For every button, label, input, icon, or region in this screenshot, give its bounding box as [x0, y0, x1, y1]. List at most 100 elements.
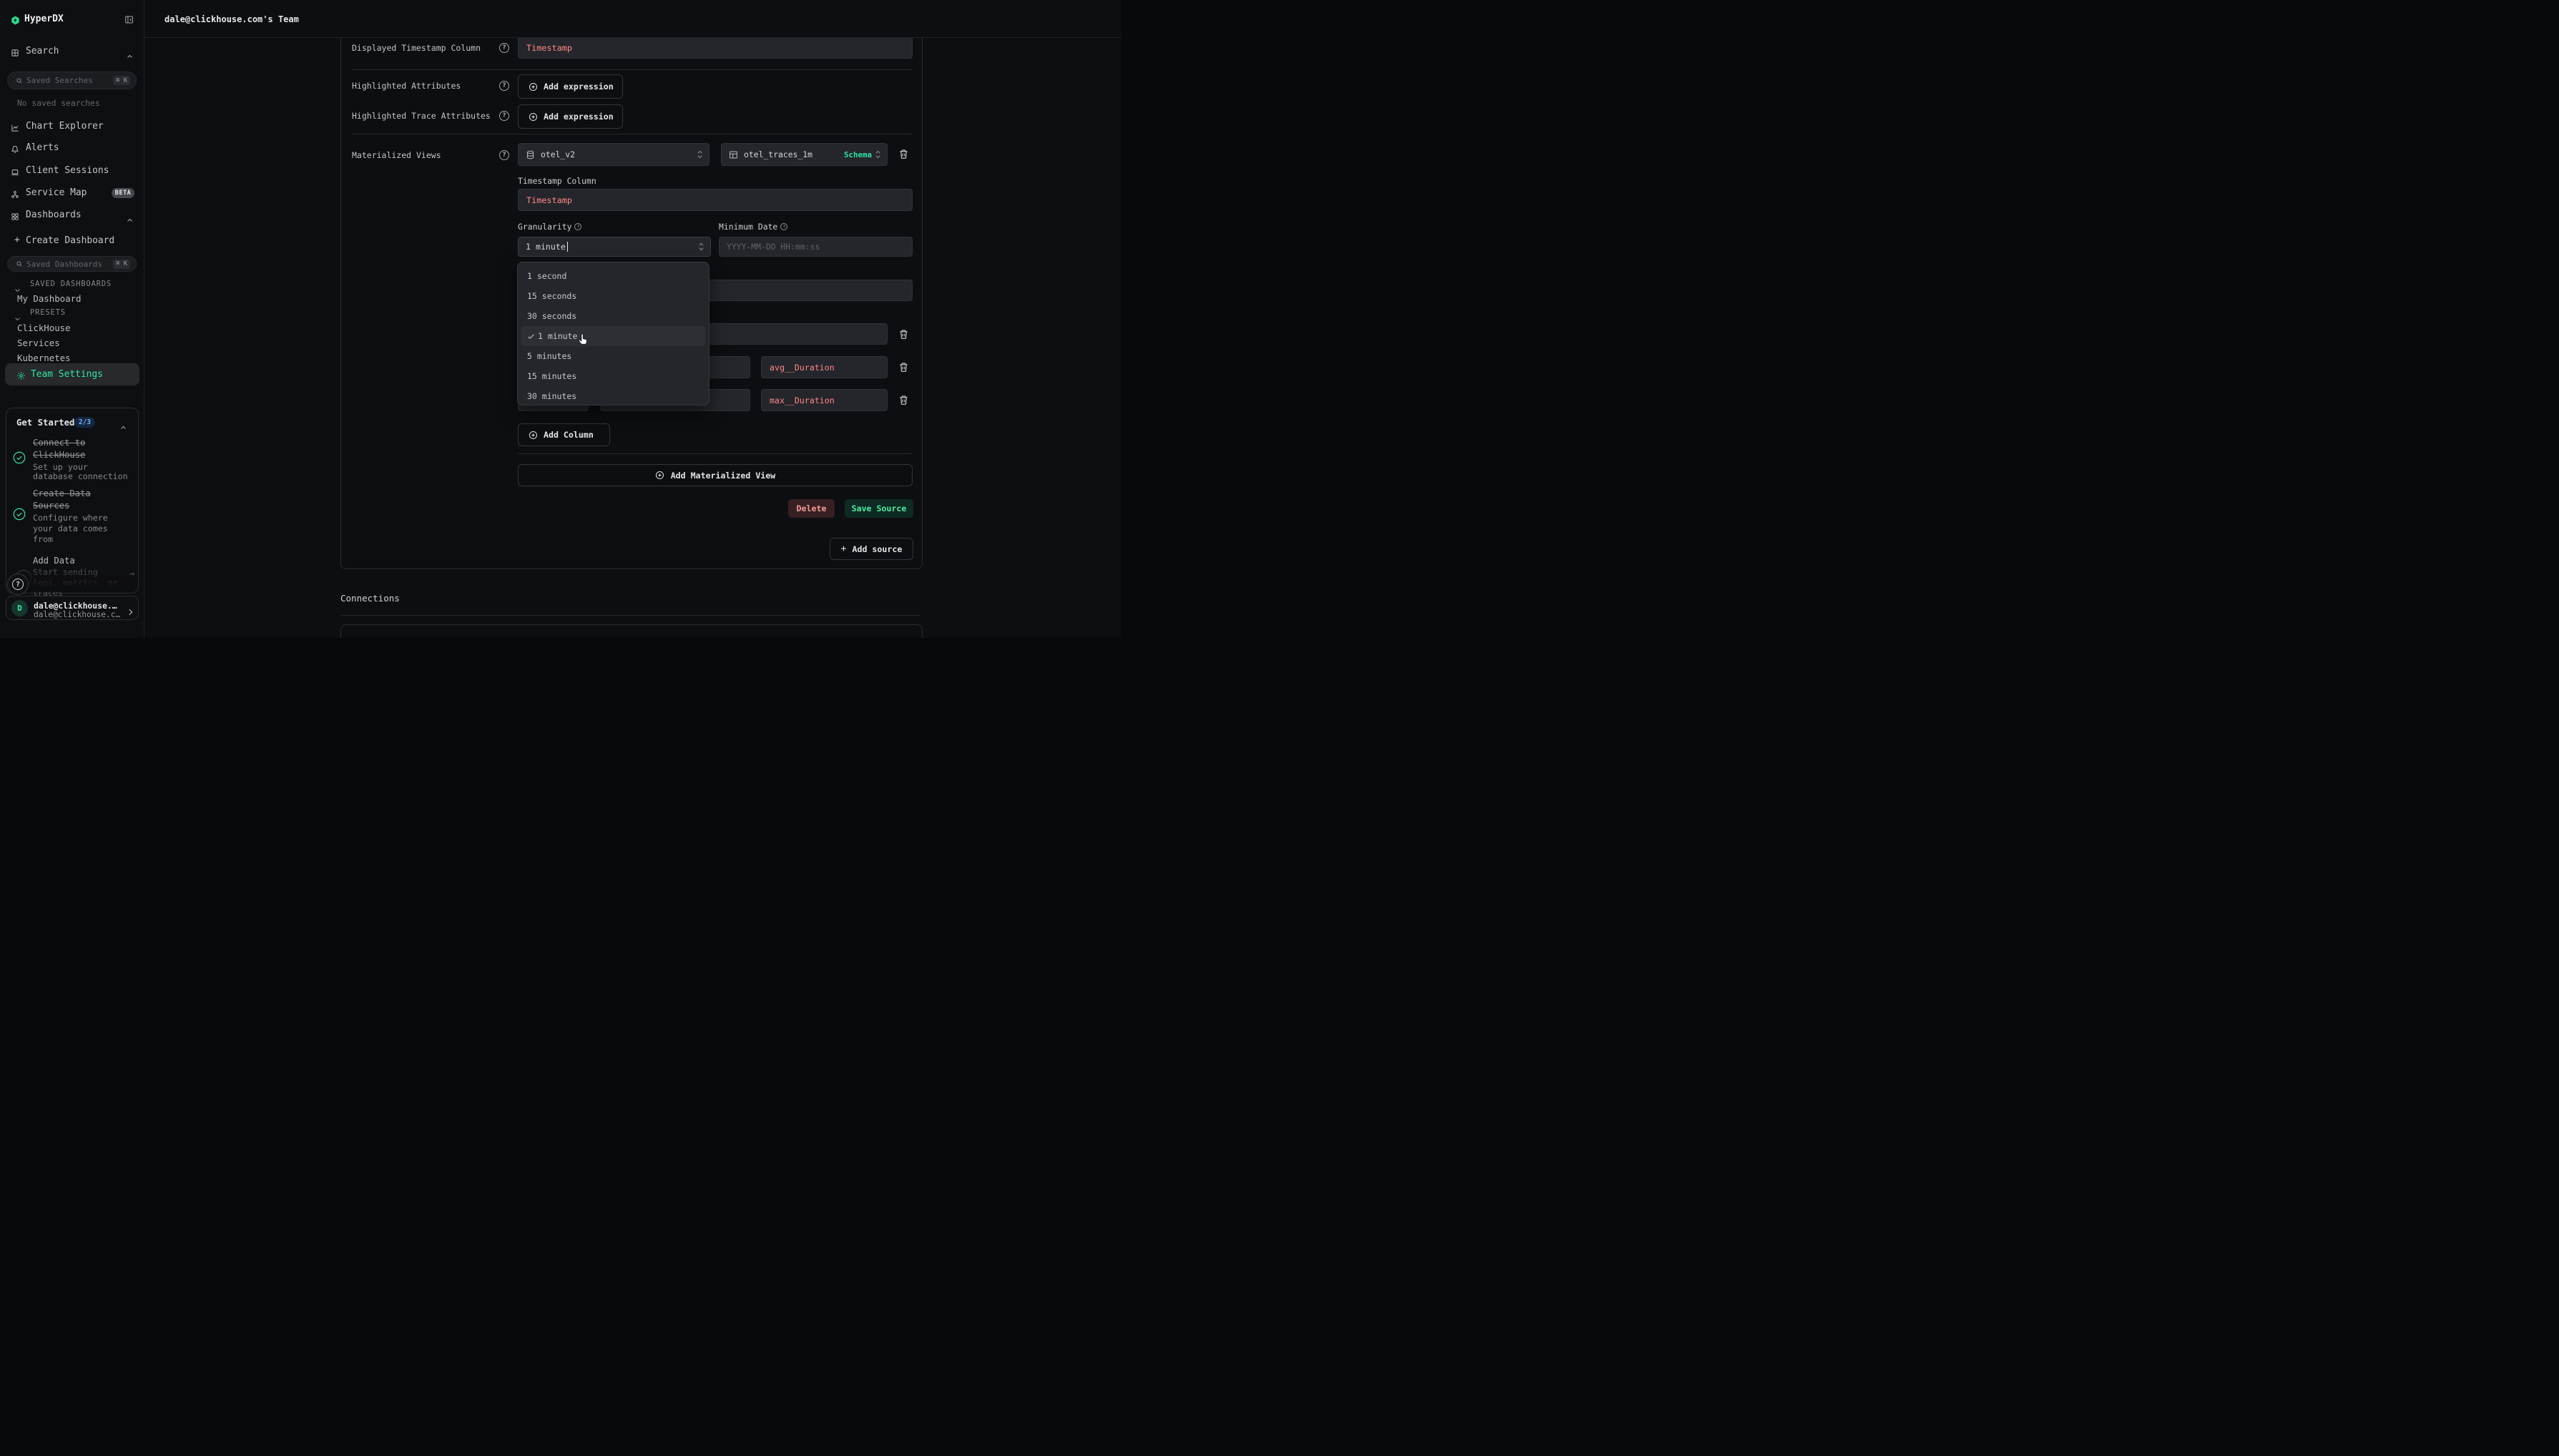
option-label: 30 seconds [527, 311, 576, 321]
saved-dashboards-input[interactable]: Saved Dashboards ⌘ K [7, 256, 137, 272]
bell-icon [11, 143, 19, 157]
sidebar-item-service-map[interactable]: Service Map BETA [0, 185, 144, 202]
user-profile-card[interactable]: D dale@clickhouse.… dale@clickhouse.c… [6, 596, 139, 620]
user-name: dale@clickhouse.… [34, 601, 117, 611]
service-map-icon [11, 188, 19, 202]
add-column-button[interactable]: Add Column [518, 423, 610, 446]
chevron-up-icon[interactable] [120, 419, 127, 433]
delete-column-icon[interactable] [898, 362, 909, 373]
select-value: 1 minute [526, 242, 566, 252]
granularity-option[interactable]: 30 minutes [518, 386, 709, 406]
step-title-line[interactable]: Connect to [33, 438, 85, 448]
database-icon [526, 150, 535, 159]
help-circle-icon[interactable]: ? [499, 81, 509, 91]
granularity-option[interactable]: 15 seconds [518, 286, 709, 306]
option-label: 5 minutes [527, 351, 571, 361]
materialized-views-label: Materialized Views [352, 150, 441, 160]
table-icon [729, 150, 738, 159]
step-title-line[interactable]: Add Data [33, 556, 75, 566]
dashboards-icon [11, 210, 19, 224]
minimum-date-input[interactable]: YYYY-MM-DD HH:mm:ss [719, 237, 913, 257]
option-label: 15 minutes [527, 371, 576, 381]
step-desc-line: database connection [33, 471, 128, 481]
mouse-cursor [576, 333, 589, 349]
granularity-option[interactable]: 15 minutes [518, 366, 709, 386]
question-mark-icon: ? [12, 579, 24, 590]
info-circle-icon[interactable]: ? [574, 223, 581, 230]
search-icon [16, 260, 23, 267]
sidebar-item-my-dashboard[interactable]: My Dashboard [17, 293, 82, 304]
step-title-line[interactable]: Create Data [33, 488, 91, 498]
sidebar-item-dashboards[interactable]: Dashboards [0, 207, 144, 224]
selector-chevrons-icon [698, 242, 704, 252]
chevron-up-icon [127, 48, 133, 62]
user-email: dale@clickhouse.c… [34, 610, 120, 619]
help-button[interactable]: ? [7, 574, 29, 595]
help-circle-icon[interactable]: ? [499, 150, 509, 160]
add-expression-button[interactable]: Add expression [518, 104, 623, 129]
select-value: otel_traces_1m [744, 149, 812, 159]
info-circle-icon[interactable]: ? [780, 223, 787, 230]
sidebar-item-label: Service Map [26, 187, 87, 198]
sidebar-item-chart-explorer[interactable]: Chart Explorer [0, 118, 144, 135]
granularity-option[interactable]: 1 second [518, 266, 709, 286]
button-label: Add expression [544, 112, 614, 122]
arrow-right-icon: → [129, 569, 134, 579]
sidebar-item-kubernetes[interactable]: Kubernetes [17, 353, 71, 363]
shortcut-badge: ⌘ K [113, 260, 130, 269]
sidebar-item-label: Dashboards [26, 210, 82, 220]
displayed-timestamp-column-input[interactable]: Timestamp [518, 38, 913, 59]
saved-dashboards-group-header[interactable]: SAVED DASHBOARDS [0, 279, 144, 290]
materialized-table-select[interactable]: otel_traces_1m Schema [721, 143, 888, 166]
delete-row-icon[interactable] [898, 329, 909, 340]
materialized-view-select[interactable]: otel_v2 [518, 143, 709, 166]
sidebar-item-search[interactable]: Search [0, 45, 144, 61]
granularity-option-selected[interactable]: 1 minute [521, 326, 705, 346]
presets-group-header[interactable]: PRESETS [0, 308, 144, 318]
step-desc-line: your data comes [33, 523, 108, 533]
granularity-option[interactable]: 5 minutes [518, 346, 709, 366]
step-desc-line: Start sending [33, 567, 98, 577]
column-expression-input[interactable]: max__Duration [761, 389, 888, 411]
column-expression-input[interactable]: avg__Duration [761, 356, 888, 378]
delete-column-icon[interactable] [898, 395, 909, 405]
sidebar-item-clickhouse[interactable]: ClickHouse [17, 323, 71, 333]
granularity-option[interactable]: 30 seconds [518, 306, 709, 326]
add-materialized-view-button[interactable]: Add Materialized View [518, 464, 913, 486]
collapse-sidebar-icon[interactable] [124, 14, 134, 23]
add-expression-button[interactable]: Add expression [518, 74, 623, 99]
granularity-label: Granularity? [518, 222, 581, 232]
sidebar-item-alerts[interactable]: Alerts [0, 139, 144, 157]
delete-source-button[interactable]: Delete [788, 499, 835, 518]
granularity-dropdown: 1 second 15 seconds 30 seconds 1 minute … [517, 262, 709, 405]
help-circle-icon[interactable]: ? [499, 111, 509, 121]
schema-link[interactable]: Schema [844, 150, 872, 159]
timestamp-column-input[interactable]: Timestamp [518, 189, 913, 211]
granularity-select[interactable]: 1 minute [518, 237, 711, 257]
plus-circle-icon [529, 431, 538, 440]
sidebar-item-label: Alerts [26, 142, 59, 153]
save-source-button[interactable]: Save Source [845, 499, 913, 518]
step-desc-line: from [33, 534, 53, 544]
step-title-line[interactable]: Sources [33, 501, 69, 511]
button-label: Add Column [544, 430, 594, 440]
option-label: 1 minute [538, 331, 577, 341]
search-icon [16, 77, 23, 84]
delete-materialized-view-icon[interactable] [898, 149, 909, 159]
add-source-button[interactable]: + Add source [830, 538, 913, 560]
step-desc-line: logs, metrics, or [33, 578, 118, 588]
sidebar-item-client-sessions[interactable]: Client Sessions [0, 162, 144, 179]
displayed-timestamp-column-label: Displayed Timestamp Column [352, 43, 481, 53]
group-header-label: SAVED DASHBOARDS [30, 280, 112, 288]
check-icon [527, 333, 535, 340]
input-value: avg__Duration [762, 363, 835, 373]
saved-searches-input[interactable]: Saved Searches ⌘ K [7, 72, 137, 89]
sidebar-item-team-settings[interactable]: Team Settings [5, 363, 139, 385]
get-started-card: Get Started 2/3 Connect to ClickHouse Se… [6, 408, 139, 594]
help-circle-icon[interactable]: ? [499, 43, 509, 53]
team-settings-label: Team Settings [31, 369, 103, 380]
create-dashboard-button[interactable]: + Create Dashboard [0, 232, 144, 250]
step-title-line[interactable]: ClickHouse [33, 450, 85, 460]
divider [518, 453, 913, 454]
sidebar-item-services[interactable]: Services [17, 338, 60, 348]
